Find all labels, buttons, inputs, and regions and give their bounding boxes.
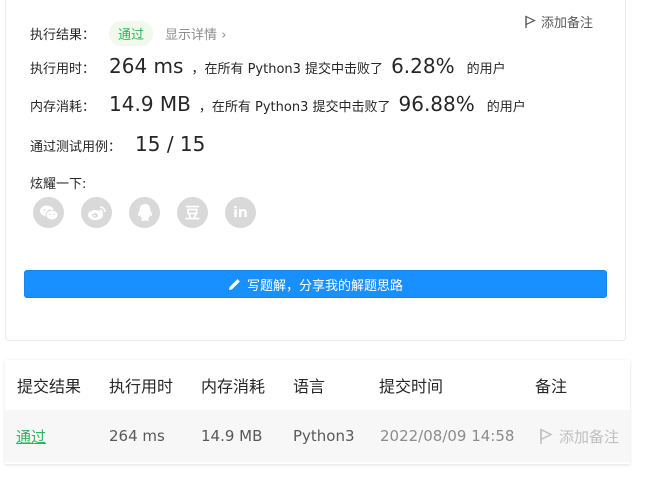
header-note: 备注: [535, 377, 568, 396]
table-row[interactable]: 通过 264 ms 14.9 MB Python3 2022/08/09 14:…: [5, 410, 630, 462]
linkedin-icon: in: [233, 204, 248, 221]
row-add-note-button[interactable]: 添加备注: [539, 410, 619, 462]
header-runtime: 执行用时: [109, 377, 174, 396]
memory-label: 内存消耗：: [30, 100, 96, 115]
row-add-note-label: 添加备注: [559, 427, 620, 446]
row-language: Python3: [293, 427, 355, 445]
runtime-value: 264 ms: [109, 54, 184, 78]
result-row: 执行结果： 通过 显示详情 ›: [30, 21, 226, 46]
flag-icon: [525, 15, 536, 28]
add-note-label: 添加备注: [540, 16, 593, 31]
linkedin-share-button[interactable]: in: [225, 197, 256, 228]
header-memory: 内存消耗: [201, 377, 266, 396]
memory-row: 内存消耗： 14.9 MB ，在所有 Python3 提交中击败了 96.88%…: [30, 92, 526, 116]
runtime-label: 执行用时：: [30, 62, 96, 77]
chevron-right-icon: ›: [221, 28, 227, 43]
show-details-label: 显示详情: [165, 28, 218, 43]
memory-value: 14.9 MB: [109, 92, 191, 116]
wechat-icon: [39, 205, 58, 220]
runtime-beat-text: ，在所有 Python3 提交中击败了: [191, 62, 384, 77]
memory-beat-text: ，在所有 Python3 提交中击败了: [198, 100, 391, 115]
qq-icon: [137, 203, 152, 221]
row-time: 2022/08/09 14:58: [380, 427, 515, 445]
wechat-share-button[interactable]: [33, 197, 64, 228]
submissions-table: 提交结果 执行用时 内存消耗 语言 提交时间 备注 通过 264 ms 14.9…: [5, 360, 630, 464]
result-label: 执行结果：: [30, 28, 96, 43]
status-badge: 通过: [109, 21, 154, 46]
header-time: 提交时间: [379, 377, 444, 396]
row-runtime: 264 ms: [109, 427, 165, 445]
share-buttons: 豆 in: [33, 197, 256, 228]
write-solution-label: 写题解，分享我的解题思路: [246, 278, 403, 294]
share-label: 炫耀一下:: [30, 177, 87, 192]
runtime-percent: 6.28%: [391, 54, 455, 78]
row-status-link[interactable]: 通过: [16, 410, 46, 462]
table-header: 提交结果 执行用时 内存消耗 语言 提交时间 备注: [5, 360, 630, 410]
testcases-value: 15 / 15: [135, 132, 206, 156]
write-solution-button[interactable]: 写题解，分享我的解题思路: [24, 270, 607, 298]
show-details-link[interactable]: 显示详情 ›: [165, 24, 226, 43]
douban-share-button[interactable]: 豆: [177, 197, 208, 228]
weibo-icon: [87, 205, 106, 220]
douban-icon: 豆: [184, 204, 200, 222]
header-language: 语言: [293, 377, 326, 396]
row-memory: 14.9 MB: [201, 427, 263, 445]
runtime-suffix: 的用户: [466, 62, 506, 77]
pencil-icon: [228, 278, 240, 290]
memory-percent: 96.88%: [398, 92, 475, 116]
testcases-row: 通过测试用例： 15 / 15: [30, 132, 205, 156]
qq-share-button[interactable]: [129, 197, 160, 228]
add-note-button[interactable]: 添加备注: [524, 12, 593, 31]
header-status: 提交结果: [17, 377, 82, 396]
flag-icon: [540, 427, 553, 444]
runtime-row: 执行用时： 264 ms ，在所有 Python3 提交中击败了 6.28% 的…: [30, 54, 506, 78]
testcases-label: 通过测试用例：: [30, 140, 122, 155]
weibo-share-button[interactable]: [81, 197, 112, 228]
memory-suffix: 的用户: [486, 100, 526, 115]
share-row-label: 炫耀一下:: [30, 173, 86, 192]
